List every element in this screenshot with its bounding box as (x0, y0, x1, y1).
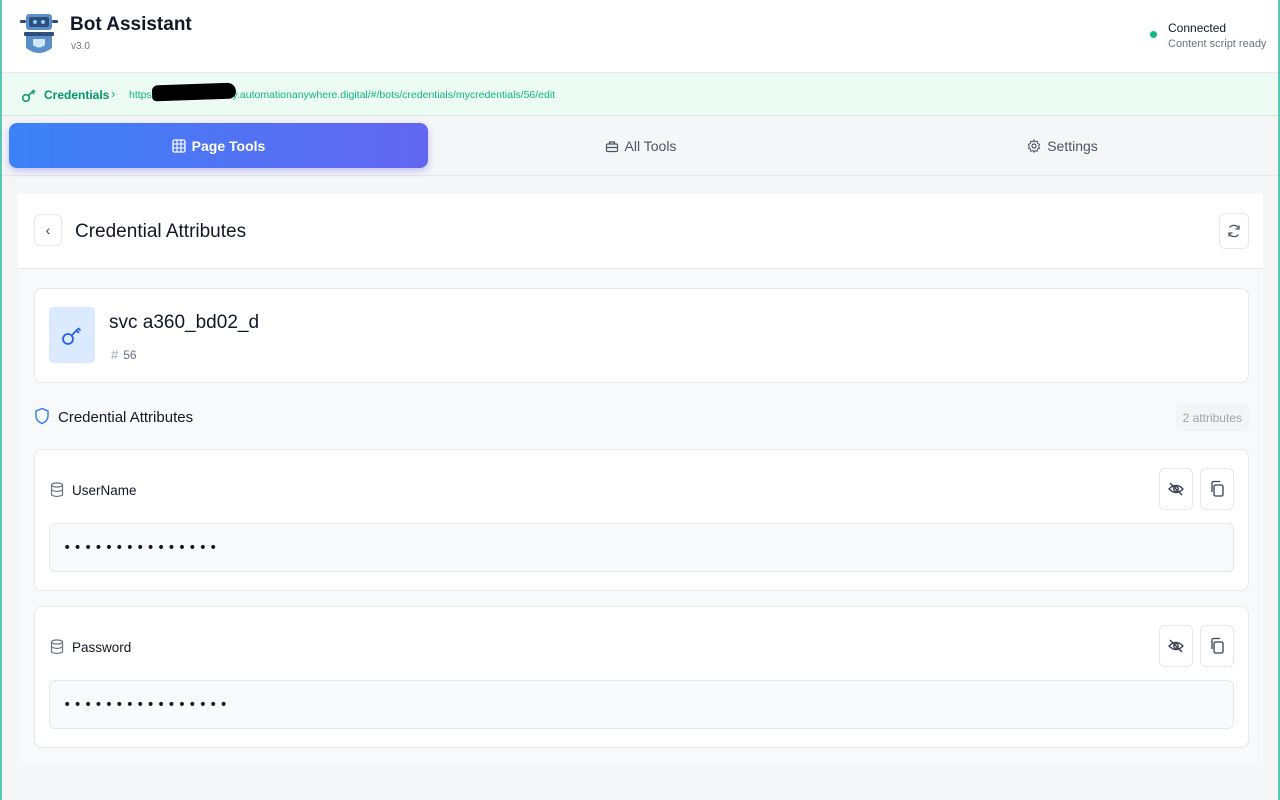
refresh-icon (1228, 224, 1240, 238)
database-icon (50, 639, 64, 655)
toolbox-icon (605, 140, 618, 152)
tab-label: Page Tools (191, 137, 266, 154)
gear-icon (1027, 138, 1041, 153)
url-suffix: ny.automationanywhere.digital/#/bots/cre… (226, 89, 556, 101)
back-button[interactable]: ‹ (34, 214, 62, 246)
hash-icon: # (111, 347, 119, 362)
app-version: v3.0 (71, 41, 90, 52)
robot-logo-icon (20, 14, 58, 53)
app-header: Bot Assistant v3.0 Connected Content scr… (2, 0, 1278, 73)
credential-icon-box (49, 307, 95, 363)
chevron-right-icon: › (111, 86, 116, 101)
attribute-value-masked[interactable]: •••••••••••••••• (49, 680, 1234, 729)
toggle-visibility-button[interactable] (1159, 468, 1193, 510)
tab-label: All Tools (624, 137, 677, 154)
attribute-card-username: UserName ••••••••••••••• (34, 449, 1249, 591)
url-prefix: https: (129, 89, 155, 101)
tab-label: Settings (1047, 137, 1098, 154)
refresh-button[interactable] (1219, 213, 1249, 249)
copy-icon (1211, 480, 1224, 497)
connection-status-detail: Content script ready (1168, 38, 1267, 50)
toggle-visibility-button[interactable] (1159, 625, 1193, 667)
tab-bar: Page Tools All Tools Settings (2, 117, 1278, 176)
eye-off-icon (1168, 639, 1184, 653)
chevron-left-icon: ‹ (45, 222, 51, 238)
attribute-label: Password (72, 640, 132, 655)
credential-card: svc a360_bd02_d #56 (34, 288, 1249, 383)
tab-settings[interactable]: Settings (853, 123, 1272, 168)
tab-page-tools[interactable]: Page Tools (9, 123, 428, 168)
attribute-count-badge: 2 attributes (1175, 404, 1249, 431)
credential-id-value: 56 (123, 348, 137, 362)
app-title: Bot Assistant (70, 14, 192, 35)
redaction-mark (151, 82, 237, 102)
panel-header: ‹ Credential Attributes (18, 194, 1263, 269)
status-indicator-dot (1150, 31, 1157, 38)
attribute-label: UserName (72, 483, 137, 498)
attributes-section-header: Credential Attributes 2 attributes (34, 404, 1249, 432)
page-title: Credential Attributes (75, 221, 247, 242)
app-frame: Bot Assistant v3.0 Connected Content scr… (0, 0, 1280, 800)
copy-icon (1211, 637, 1224, 654)
connection-status: Connected (1168, 21, 1227, 35)
key-icon (21, 89, 36, 103)
breadcrumb-credentials[interactable]: Credentials (44, 88, 109, 102)
credential-id: #56 (111, 347, 137, 362)
key-icon (62, 327, 82, 345)
database-icon (50, 482, 64, 498)
shield-icon (35, 407, 49, 425)
credential-name: svc a360_bd02_d (109, 312, 260, 333)
grid-icon (172, 138, 186, 153)
section-title: Credential Attributes (58, 409, 194, 426)
eye-off-icon (1168, 482, 1184, 496)
content-panel: ‹ Credential Attributes svc a360_bd02_d … (18, 194, 1263, 766)
copy-button[interactable] (1200, 625, 1234, 667)
tab-all-tools[interactable]: All Tools (431, 123, 850, 168)
attribute-value-masked[interactable]: ••••••••••••••• (49, 523, 1234, 572)
attribute-card-password: Password •••••••••••••••• (34, 606, 1249, 748)
copy-button[interactable] (1200, 468, 1234, 510)
